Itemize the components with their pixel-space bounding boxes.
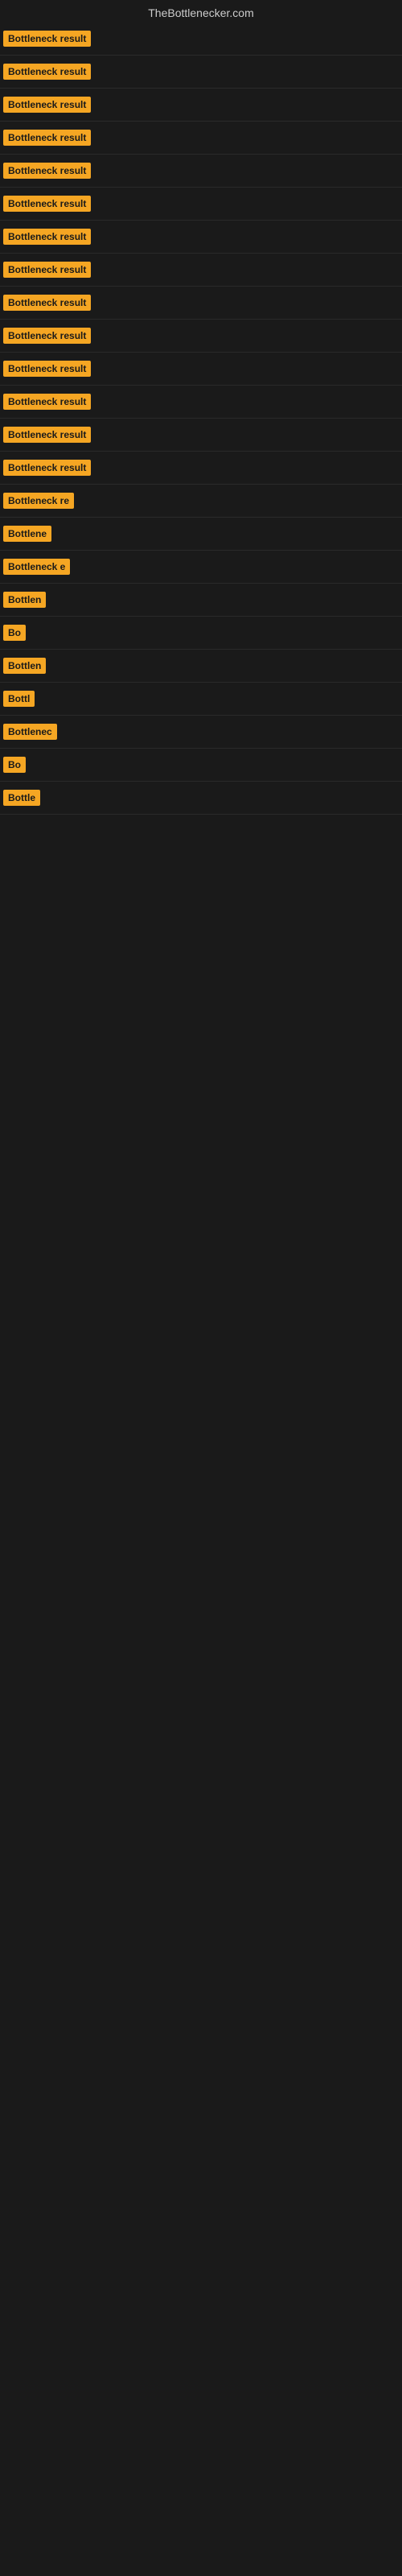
- bottleneck-result-badge[interactable]: Bottleneck result: [3, 328, 91, 344]
- bottleneck-result-badge[interactable]: Bottleneck result: [3, 229, 91, 245]
- bottleneck-result-badge[interactable]: Bottleneck result: [3, 460, 91, 476]
- list-item: Bottleneck e: [0, 551, 402, 584]
- list-item: Bottlene: [0, 518, 402, 551]
- list-item: Bottleneck re: [0, 485, 402, 518]
- bottleneck-result-badge[interactable]: Bottleneck result: [3, 427, 91, 443]
- rows-container: Bottleneck result Bottleneck result Bottle…: [0, 23, 402, 815]
- bottleneck-result-badge[interactable]: Bottlen: [3, 658, 46, 674]
- bottleneck-result-badge[interactable]: Bottle: [3, 790, 40, 806]
- list-item: Bo: [0, 617, 402, 650]
- bottleneck-result-badge[interactable]: Bottleneck result: [3, 295, 91, 311]
- list-item: Bottleneck result: [0, 320, 402, 353]
- list-item: Bottleneck result: [0, 287, 402, 320]
- list-item: Bottleneck result: [0, 419, 402, 452]
- list-item: Bottleneck result: [0, 23, 402, 56]
- list-item: Bottleneck result: [0, 452, 402, 485]
- list-item: Bottlen: [0, 584, 402, 617]
- site-title: TheBottlenecker.com: [0, 0, 402, 23]
- bottleneck-result-badge[interactable]: Bottleneck re: [3, 493, 74, 509]
- bottleneck-result-badge[interactable]: Bo: [3, 757, 26, 773]
- bottleneck-result-badge[interactable]: Bottlene: [3, 526, 51, 542]
- bottleneck-result-badge[interactable]: Bottlen: [3, 592, 46, 608]
- list-item: Bottleneck result: [0, 56, 402, 89]
- bottleneck-result-badge[interactable]: Bottleneck result: [3, 196, 91, 212]
- bottleneck-result-badge[interactable]: Bottleneck result: [3, 163, 91, 179]
- bottleneck-result-badge[interactable]: Bottleneck result: [3, 361, 91, 377]
- bottleneck-result-badge[interactable]: Bottleneck result: [3, 97, 91, 113]
- list-item: Bottleneck result: [0, 155, 402, 188]
- bottleneck-result-badge[interactable]: Bottleneck result: [3, 31, 91, 47]
- list-item: Bottlen: [0, 650, 402, 683]
- list-item: Bottleneck result: [0, 221, 402, 254]
- bottleneck-result-badge[interactable]: Bottleneck result: [3, 130, 91, 146]
- list-item: Bottleneck result: [0, 386, 402, 419]
- list-item: Bottlenec: [0, 716, 402, 749]
- list-item: Bottle: [0, 782, 402, 815]
- list-item: Bo: [0, 749, 402, 782]
- list-item: Bottleneck result: [0, 254, 402, 287]
- list-item: Bottleneck result: [0, 353, 402, 386]
- bottleneck-result-badge[interactable]: Bottlenec: [3, 724, 57, 740]
- bottleneck-result-badge[interactable]: Bo: [3, 625, 26, 641]
- list-item: Bottleneck result: [0, 122, 402, 155]
- bottleneck-result-badge[interactable]: Bottl: [3, 691, 35, 707]
- bottleneck-result-badge[interactable]: Bottleneck result: [3, 262, 91, 278]
- list-item: Bottl: [0, 683, 402, 716]
- bottleneck-result-badge[interactable]: Bottleneck result: [3, 64, 91, 80]
- list-item: Bottleneck result: [0, 89, 402, 122]
- list-item: Bottleneck result: [0, 188, 402, 221]
- bottleneck-result-badge[interactable]: Bottleneck result: [3, 394, 91, 410]
- bottleneck-result-badge[interactable]: Bottleneck e: [3, 559, 70, 575]
- page-container: TheBottlenecker.com Bottleneck resultBot…: [0, 0, 402, 815]
